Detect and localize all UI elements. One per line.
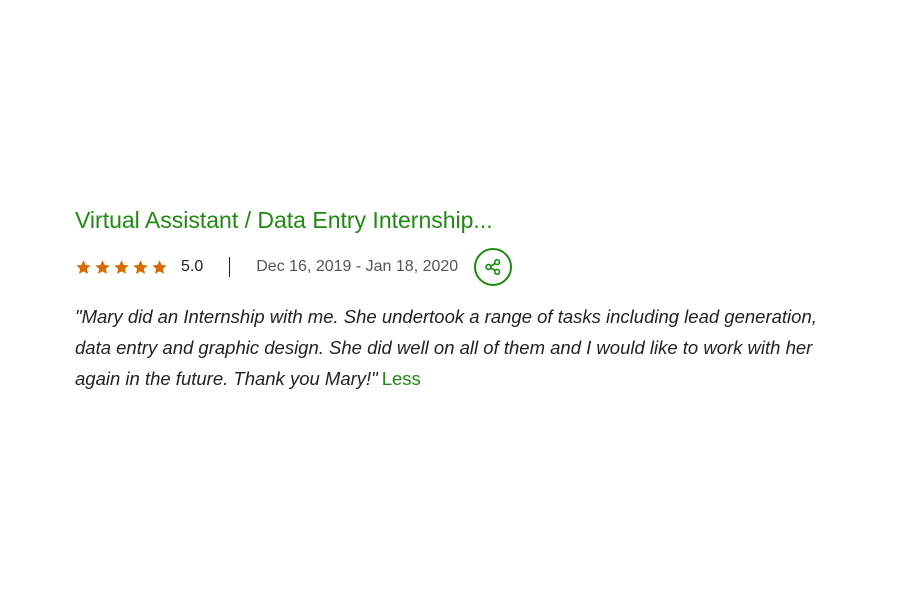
job-title-link[interactable]: Virtual Assistant / Data Entry Internshi… <box>75 205 855 235</box>
star-rating <box>75 259 168 276</box>
review-card: Virtual Assistant / Data Entry Internshi… <box>75 205 855 394</box>
star-icon <box>152 259 167 274</box>
meta-divider <box>229 257 231 277</box>
review-meta-row: 5.0 Dec 16, 2019 - Jan 18, 2020 <box>75 246 855 288</box>
contract-date-range: Dec 16, 2019 - Jan 18, 2020 <box>256 258 459 275</box>
share-button[interactable] <box>474 248 513 286</box>
review-feedback: "Mary did an Internship with me. She und… <box>75 301 855 394</box>
less-link[interactable]: Less <box>382 368 421 389</box>
feedback-text: "Mary did an Internship with me. She und… <box>75 306 817 389</box>
star-icon <box>133 259 148 274</box>
star-icon <box>114 259 129 274</box>
star-icon <box>95 259 110 274</box>
star-icon <box>76 259 91 274</box>
rating-value: 5.0 <box>181 258 204 275</box>
share-icon <box>485 258 501 276</box>
